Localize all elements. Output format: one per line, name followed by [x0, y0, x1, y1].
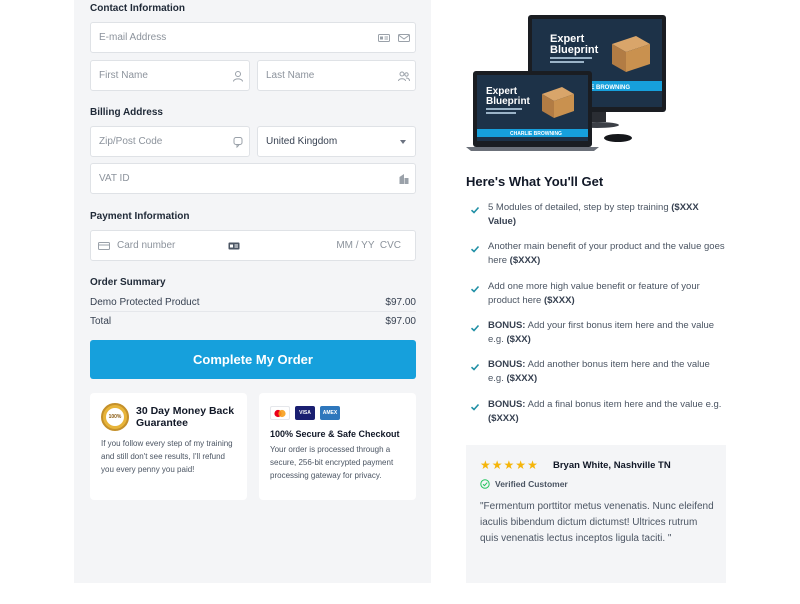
- guarantee-title: 30 Day Money Back Guarantee: [136, 405, 235, 429]
- first-name-field[interactable]: First Name: [90, 60, 250, 91]
- benefit-text: BONUS: Add a final bonus item here and t…: [488, 398, 728, 426]
- benefits-title: Here's What You'll Get: [466, 174, 604, 189]
- email-placeholder: E-mail Address: [99, 32, 167, 43]
- country-select[interactable]: United Kingdom: [257, 126, 416, 157]
- testimonial-quote: "Fermentum porttitor metus venenatis. Nu…: [480, 501, 714, 544]
- star-icon: ★: [527, 458, 538, 472]
- benefit-value: ($XXX): [506, 373, 538, 384]
- star-rating: ★ ★ ★ ★ ★: [480, 459, 538, 471]
- benefit-item: BONUS: Add your first bonus item here an…: [470, 319, 730, 347]
- check-icon: [470, 201, 488, 229]
- payment-section-title: Payment Information: [90, 211, 190, 222]
- mastercard-icon: [270, 406, 290, 420]
- vat-id-field[interactable]: VAT ID: [90, 163, 416, 194]
- first-name-placeholder: First Name: [99, 70, 148, 81]
- order-total-row: Total $97.00: [90, 316, 416, 327]
- visa-icon: VISA: [295, 406, 315, 420]
- contact-section-title: Contact Information: [90, 3, 185, 14]
- benefit-text: BONUS: Add another bonus item here and t…: [488, 358, 728, 386]
- guarantee-text: If you follow every step of my training …: [101, 439, 233, 474]
- id-card-icon: [227, 239, 241, 253]
- benefit-description: 5 Modules of detailed, step by step trai…: [488, 202, 672, 213]
- benefit-value: ($XXX): [488, 413, 519, 424]
- secure-title: 100% Secure & Safe Checkout: [270, 429, 400, 439]
- total-label: Total: [90, 316, 112, 327]
- benefit-item: Add one more high value benefit or featu…: [470, 280, 730, 308]
- credit-card-icon: [97, 239, 111, 253]
- benefit-item: BONUS: Add a final bonus item here and t…: [470, 398, 730, 426]
- zip-code-field[interactable]: Zip/Post Code: [90, 126, 250, 157]
- amex-icon: AMEX: [320, 406, 340, 420]
- testimonial-card: ★ ★ ★ ★ ★ Bryan White, Nashville TN Verified…: [466, 445, 726, 583]
- bonus-label: BONUS:: [488, 399, 526, 410]
- benefit-text: 5 Modules of detailed, step by step trai…: [488, 201, 728, 229]
- benefit-item: BONUS: Add another bonus item here and t…: [470, 358, 730, 386]
- order-summary-title: Order Summary: [90, 277, 166, 288]
- order-line-item: Demo Protected Product $97.00: [90, 297, 416, 308]
- last-name-placeholder: Last Name: [266, 70, 315, 81]
- star-icon: ★: [515, 458, 527, 472]
- laptop-title-2: Blueprint: [486, 96, 531, 107]
- benefit-text: Another main benefit of your product and…: [488, 240, 728, 268]
- secure-checkout-card: VISA AMEX 100% Secure & Safe Checkout Yo…: [259, 393, 416, 500]
- card-number-field[interactable]: Card number MM / YY CVC: [90, 230, 416, 261]
- vat-placeholder: VAT ID: [99, 173, 130, 184]
- benefit-item: 5 Modules of detailed, step by step trai…: [470, 201, 730, 229]
- secure-text: Your order is processed through a secure…: [270, 445, 394, 480]
- building-icon: [397, 172, 411, 186]
- monitor-title-2: Blueprint: [550, 44, 599, 56]
- total-price: $97.00: [385, 316, 416, 327]
- envelope-icon: [397, 31, 411, 45]
- product-image: Expert Blueprint LIE BROWNING Expert Blu…: [466, 15, 666, 151]
- benefit-value: ($XX): [506, 334, 531, 345]
- badge-text: 100%: [106, 408, 124, 426]
- payment-logos: VISA AMEX: [270, 406, 340, 420]
- check-circle-icon: [480, 479, 490, 489]
- product-price: $97.00: [385, 297, 416, 308]
- card-number-placeholder: Card number: [117, 240, 176, 251]
- checkout-form-panel: Contact Information E-mail Address First…: [74, 0, 431, 583]
- verified-badge: Verified Customer: [480, 479, 568, 489]
- check-icon: [470, 319, 488, 347]
- reviewer-name: Bryan White, Nashville TN: [553, 460, 671, 471]
- benefit-description: Add one more high value benefit or featu…: [488, 281, 700, 306]
- users-icon: [397, 69, 411, 83]
- chevron-down-icon: [400, 140, 406, 144]
- benefit-description: Add a final bonus item here and the valu…: [527, 399, 722, 410]
- location-pin-icon: [231, 135, 245, 149]
- id-card-icon: [377, 31, 391, 45]
- guarantee-card: 100% 30 Day Money Back Guarantee If you …: [90, 393, 247, 500]
- benefit-value: ($XXX): [509, 255, 541, 266]
- product-label: Demo Protected Product: [90, 297, 200, 308]
- bonus-label: BONUS:: [488, 320, 526, 331]
- benefit-item: Another main benefit of your product and…: [470, 240, 730, 268]
- complete-order-button[interactable]: Complete My Order: [90, 340, 416, 379]
- last-name-field[interactable]: Last Name: [257, 60, 416, 91]
- star-icon: ★: [480, 458, 491, 472]
- laptop-author: CHARLIE BROWNING: [510, 131, 562, 137]
- billing-section-title: Billing Address: [90, 107, 163, 118]
- user-icon: [231, 69, 245, 83]
- expiry-cvc-placeholder[interactable]: MM / YY CVC: [336, 240, 401, 251]
- email-field[interactable]: E-mail Address: [90, 22, 416, 53]
- star-icon: ★: [491, 458, 503, 472]
- check-icon: [470, 358, 488, 386]
- bonus-label: BONUS:: [488, 359, 526, 370]
- star-icon: ★: [503, 458, 515, 472]
- country-value: United Kingdom: [266, 136, 338, 147]
- check-icon: [470, 398, 488, 426]
- divider: [90, 311, 416, 312]
- benefit-text: BONUS: Add your first bonus item here an…: [488, 319, 728, 347]
- check-icon: [470, 280, 488, 308]
- zip-placeholder: Zip/Post Code: [99, 136, 163, 147]
- check-icon: [470, 240, 488, 268]
- verified-label: Verified Customer: [495, 479, 568, 489]
- benefit-value: ($XXX): [543, 295, 575, 306]
- money-back-badge-icon: 100%: [101, 403, 129, 431]
- benefit-text: Add one more high value benefit or featu…: [488, 280, 728, 308]
